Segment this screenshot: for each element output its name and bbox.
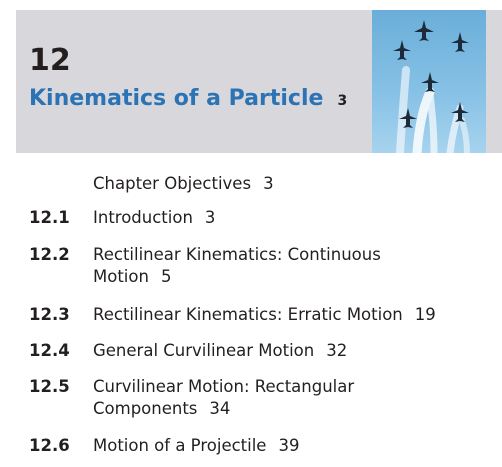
toc-section-number: 12.5: [29, 377, 70, 396]
toc-entry: Rectilinear Kinematics: Continuous Motio…: [93, 244, 493, 288]
toc-entry: Introduction 3: [93, 207, 493, 229]
toc-entry: General Curvilinear Motion 32: [93, 340, 493, 362]
toc-entry: Rectilinear Kinematics: Erratic Motion 19: [93, 304, 493, 326]
toc-entry: Curvilinear Motion: Rectangular Componen…: [93, 376, 493, 420]
toc-entry: Motion of a Projectile 39: [93, 435, 493, 457]
toc-page-number: 32: [326, 341, 348, 360]
toc-section-number: 12.4: [29, 341, 70, 360]
table-of-contents: Chapter Objectives 3 12.1 Introduction 3 1…: [0, 0, 502, 467]
toc-page-number: 39: [278, 436, 300, 455]
toc-title: Rectilinear Kinematics: Erratic Motion: [93, 305, 403, 324]
toc-page-number: 5: [160, 267, 172, 286]
toc-page-number: 3: [263, 174, 274, 193]
toc-page-number: 34: [209, 399, 231, 418]
toc-title: Chapter Objectives: [93, 174, 252, 193]
toc-section-number: 12.3: [29, 305, 70, 324]
toc-page-number: 3: [204, 208, 216, 227]
toc-entry: Chapter Objectives 3: [93, 173, 493, 195]
toc-page-number: 19: [414, 305, 436, 324]
toc-section-number: 12.6: [29, 436, 70, 455]
toc-section-number: 12.1: [29, 208, 70, 227]
toc-title: General Curvilinear Motion: [93, 341, 315, 360]
toc-title: Introduction: [93, 208, 193, 227]
toc-title: Motion of a Projectile: [93, 436, 267, 455]
toc-section-number: 12.2: [29, 245, 70, 264]
toc-title: Rectilinear Kinematics: Continuous Motio…: [93, 245, 381, 286]
